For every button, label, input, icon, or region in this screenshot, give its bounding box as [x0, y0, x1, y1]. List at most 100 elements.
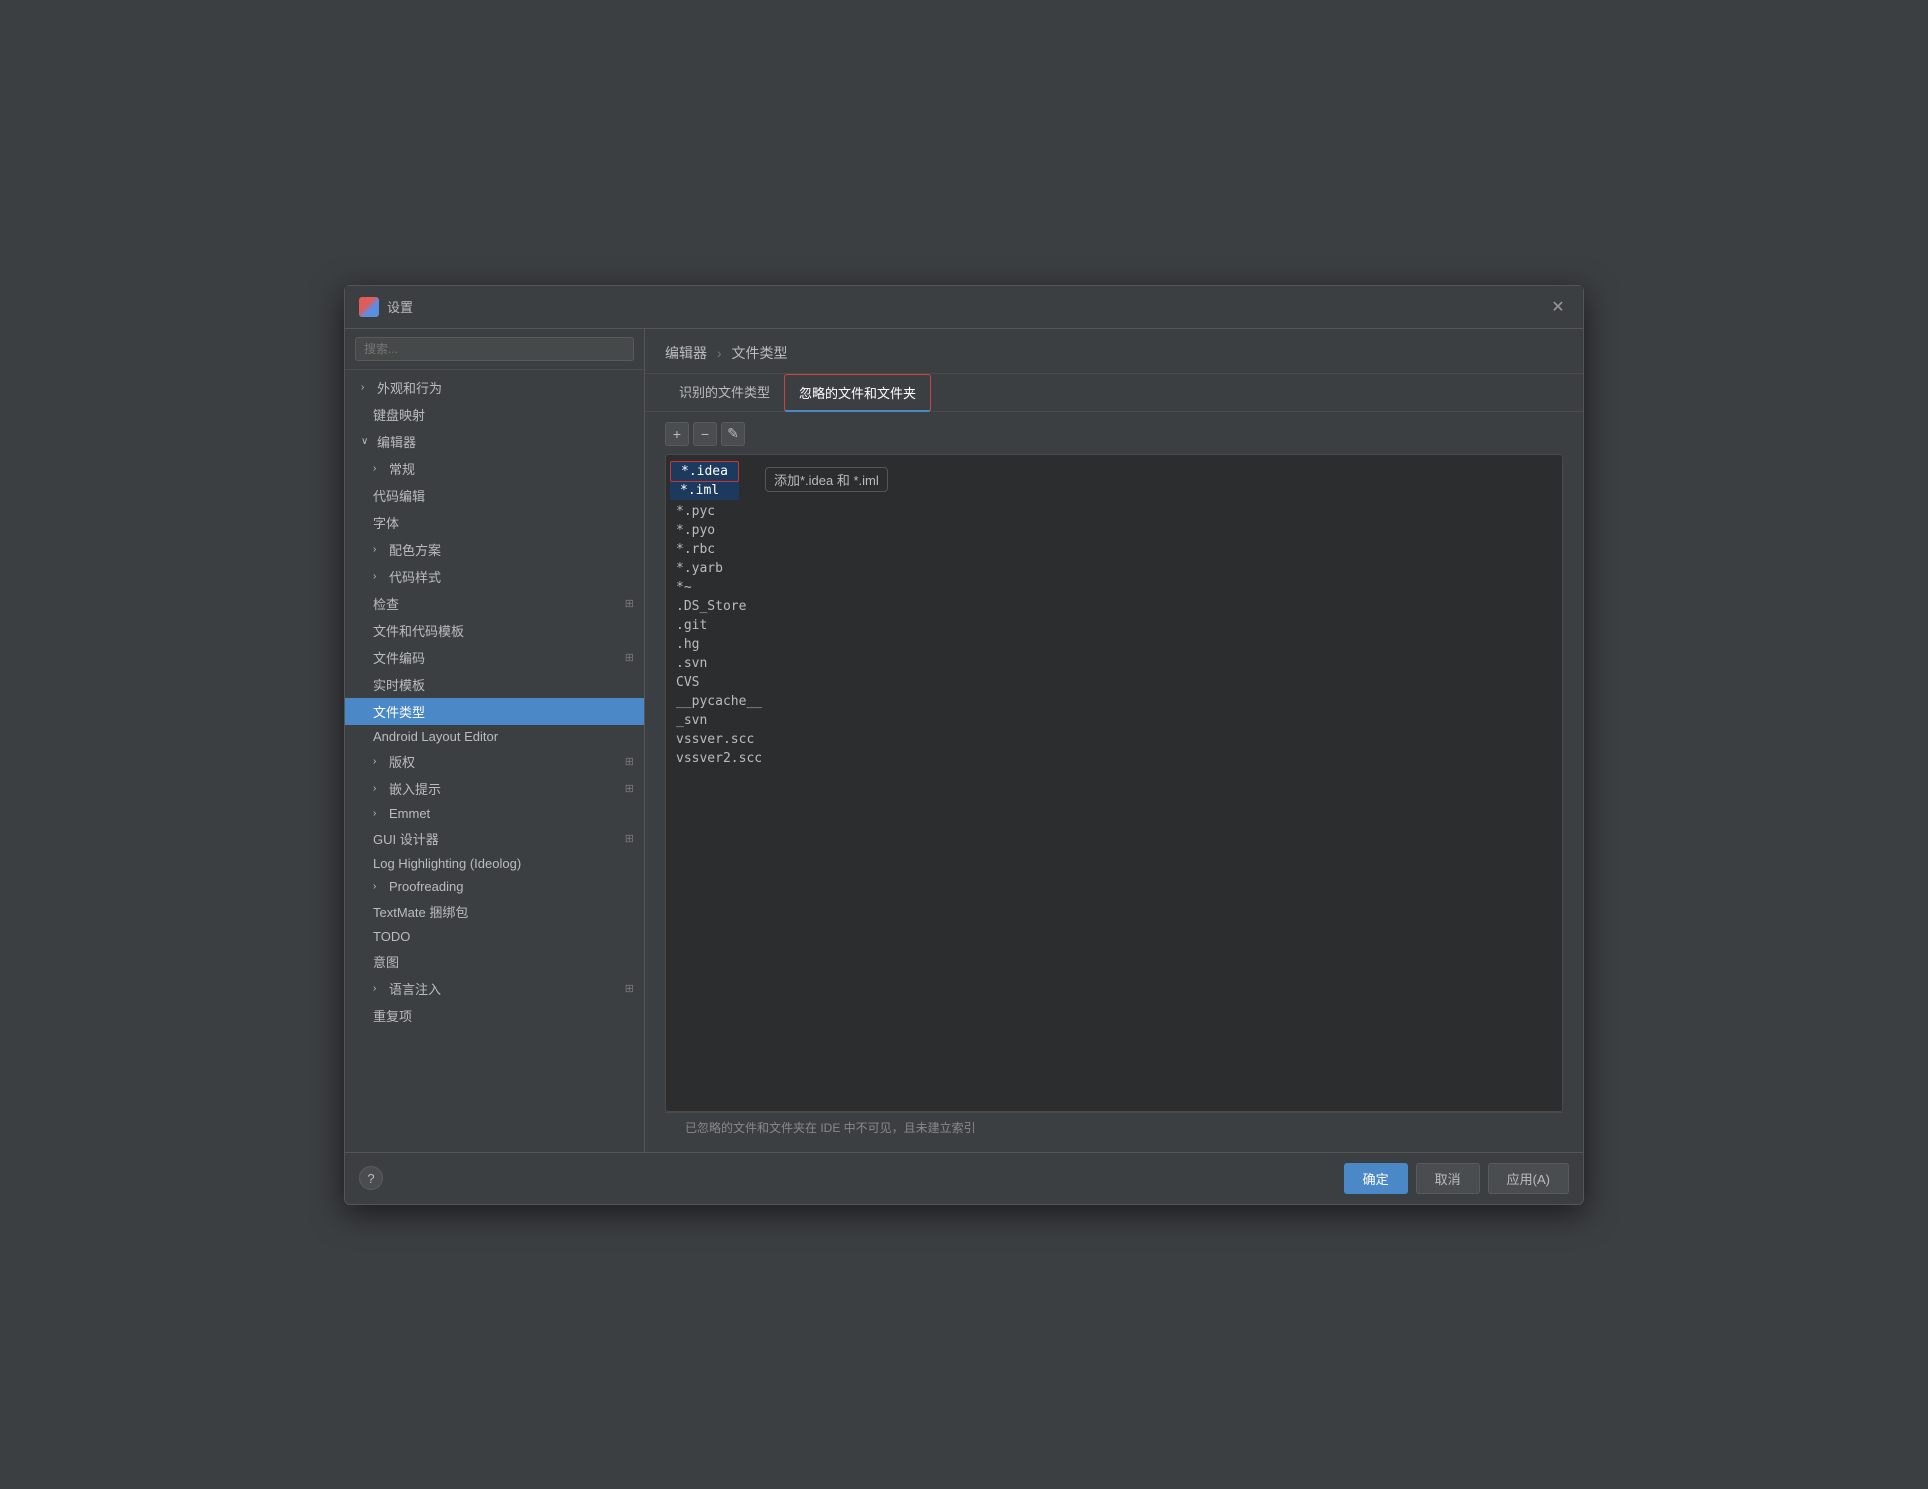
sidebar-item-keymap[interactable]: 键盘映射	[345, 401, 644, 428]
sidebar-item-emmet[interactable]: › Emmet	[345, 802, 644, 825]
sidebar-item-label: 检查	[373, 594, 399, 613]
tab-recognized[interactable]: 识别的文件类型	[665, 374, 784, 412]
sidebar-item-gui-designer[interactable]: GUI 设计器 ⊞	[345, 825, 644, 852]
sidebar-item-label: 文件类型	[373, 702, 425, 721]
chevron-icon: ›	[373, 544, 385, 555]
sidebar-item-label: TODO	[373, 929, 410, 944]
sidebar-item-label: 语言注入	[389, 979, 441, 998]
cancel-button[interactable]: 取消	[1416, 1163, 1480, 1194]
list-item[interactable]: .hg	[666, 635, 1562, 654]
add-button[interactable]: +	[665, 422, 689, 446]
sidebar-item-label: 编辑器	[377, 432, 416, 451]
list-item[interactable]: .DS_Store	[666, 597, 1562, 616]
list-item[interactable]: *.pyc	[666, 502, 1562, 521]
status-text: 已忽略的文件和文件夹在 IDE 中不可见，且未建立索引	[685, 1121, 976, 1135]
apply-button[interactable]: 应用(A)	[1488, 1163, 1569, 1194]
sidebar-search-area	[345, 329, 644, 370]
sidebar-item-file-encoding[interactable]: 文件编码 ⊞	[345, 644, 644, 671]
external-icon: ⊞	[625, 755, 634, 768]
annotation-text: 添加*.idea 和 *.iml	[765, 467, 888, 492]
sidebar-item-label: 常规	[389, 459, 415, 478]
sidebar-item-todo[interactable]: TODO	[345, 925, 644, 948]
sidebar-item-android-layout-editor[interactable]: Android Layout Editor	[345, 725, 644, 748]
sidebar-item-label: 代码样式	[389, 567, 441, 586]
list-item[interactable]: .svn	[666, 654, 1562, 673]
sidebar-item-label: 字体	[373, 513, 399, 532]
highlighted-file-idea[interactable]: *.idea	[670, 461, 739, 482]
close-button[interactable]: ✕	[1547, 296, 1569, 318]
sidebar-item-label: 嵌入提示	[389, 779, 441, 798]
sidebar-item-appearance[interactable]: › 外观和行为	[345, 374, 644, 401]
list-item[interactable]: *.yarb	[666, 559, 1562, 578]
sidebar-item-live-templates[interactable]: 实时模板	[345, 671, 644, 698]
remove-button[interactable]: −	[693, 422, 717, 446]
ok-button[interactable]: 确定	[1344, 1163, 1408, 1194]
breadcrumb-part-1: 编辑器	[665, 345, 707, 361]
list-item[interactable]: vssver2.scc	[666, 749, 1562, 768]
sidebar-item-copyright[interactable]: › 版权 ⊞	[345, 748, 644, 775]
sidebar-item-label: 重复项	[373, 1006, 412, 1025]
tab-ignored[interactable]: 忽略的文件和文件夹	[784, 374, 931, 412]
list-item[interactable]: __pycache__	[666, 692, 1562, 711]
sidebar-list: › 外观和行为 键盘映射 ∨ 编辑器 › 常规	[345, 370, 644, 1152]
sidebar-item-label: 外观和行为	[377, 378, 442, 397]
breadcrumb-part-2: 文件类型	[731, 345, 787, 361]
sidebar-item-label: 文件和代码模板	[373, 621, 464, 640]
app-icon	[359, 297, 379, 317]
settings-dialog: 设置 ✕ › 外观和行为 键盘映射 ∨ 编辑器	[344, 285, 1584, 1205]
sidebar-item-general[interactable]: › 常规	[345, 455, 644, 482]
help-button[interactable]: ?	[359, 1166, 383, 1190]
highlighted-file-iml[interactable]: *.iml	[670, 482, 739, 500]
sidebar-item-code-style[interactable]: › 代码样式	[345, 563, 644, 590]
chevron-icon: ∨	[361, 436, 373, 447]
list-item[interactable]: *~	[666, 578, 1562, 597]
list-item[interactable]: vssver.scc	[666, 730, 1562, 749]
sidebar-item-label: Android Layout Editor	[373, 729, 498, 744]
sidebar-item-color-scheme[interactable]: › 配色方案	[345, 536, 644, 563]
list-item[interactable]: *.pyo	[666, 521, 1562, 540]
external-icon: ⊞	[625, 832, 634, 845]
chevron-icon: ›	[361, 382, 373, 393]
edit-button[interactable]: ✎	[721, 422, 745, 446]
sidebar-item-editor[interactable]: ∨ 编辑器	[345, 428, 644, 455]
breadcrumb: 编辑器 › 文件类型	[645, 329, 1583, 374]
sidebar: › 外观和行为 键盘映射 ∨ 编辑器 › 常规	[345, 329, 645, 1152]
chevron-icon: ›	[373, 881, 385, 892]
chevron-icon: ›	[373, 756, 385, 767]
sidebar-item-intentions[interactable]: 意图	[345, 948, 644, 975]
content-area: + − ✎ *.idea *.iml 添加*.idea 和 *.iml	[645, 412, 1583, 1152]
dialog-title: 设置	[387, 297, 1547, 316]
external-icon: ⊞	[625, 782, 634, 795]
list-item[interactable]: CVS	[666, 673, 1562, 692]
sidebar-item-textmate[interactable]: TextMate 捆绑包	[345, 898, 644, 925]
chevron-icon: ›	[373, 808, 385, 819]
list-item[interactable]: _svn	[666, 711, 1562, 730]
list-item[interactable]: .git	[666, 616, 1562, 635]
titlebar: 设置 ✕	[345, 286, 1583, 329]
sidebar-item-log-highlighting[interactable]: Log Highlighting (Ideolog)	[345, 852, 644, 875]
list-item[interactable]: *.rbc	[666, 540, 1562, 559]
sidebar-item-proofreading[interactable]: › Proofreading	[345, 875, 644, 898]
sidebar-item-inlay-hints[interactable]: › 嵌入提示 ⊞	[345, 775, 644, 802]
tab-label: 识别的文件类型	[679, 385, 770, 400]
search-input[interactable]	[355, 337, 634, 361]
sidebar-item-label: 配色方案	[389, 540, 441, 559]
sidebar-item-file-types[interactable]: 文件类型	[345, 698, 644, 725]
external-icon: ⊞	[625, 982, 634, 995]
sidebar-item-label: 版权	[389, 752, 415, 771]
sidebar-item-duplicates[interactable]: 重复项	[345, 1002, 644, 1029]
sidebar-item-label: 实时模板	[373, 675, 425, 694]
file-list[interactable]: *.idea *.iml 添加*.idea 和 *.iml *.pyc *.py…	[665, 454, 1563, 1112]
toolbar: + − ✎	[665, 422, 1563, 446]
footer-left: ?	[359, 1166, 383, 1190]
tab-label: 忽略的文件和文件夹	[799, 386, 916, 401]
sidebar-item-inspections[interactable]: 检查 ⊞	[345, 590, 644, 617]
tabs: 识别的文件类型 忽略的文件和文件夹	[645, 374, 1583, 412]
sidebar-item-code-editing[interactable]: 代码编辑	[345, 482, 644, 509]
sidebar-item-language-injections[interactable]: › 语言注入 ⊞	[345, 975, 644, 1002]
dialog-body: › 外观和行为 键盘映射 ∨ 编辑器 › 常规	[345, 329, 1583, 1152]
sidebar-item-font[interactable]: 字体	[345, 509, 644, 536]
sidebar-item-label: Emmet	[389, 806, 430, 821]
chevron-icon: ›	[373, 463, 385, 474]
sidebar-item-file-code-templates[interactable]: 文件和代码模板	[345, 617, 644, 644]
